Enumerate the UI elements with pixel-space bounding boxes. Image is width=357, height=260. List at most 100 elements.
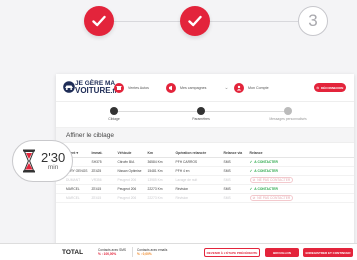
progress-step-2-label: Paramètres [192,117,210,121]
table-row[interactable]: MARCEL ZE415 Peugeot 206 22273 Km Révisi… [56,193,354,203]
megaphone-icon [166,83,176,93]
cell-via: SMS [221,157,248,167]
chevron-down-icon: ⌄ [224,85,229,91]
relance-status[interactable]: ✓ A CONTACTER [250,187,278,191]
cell-via: SMS [221,193,248,203]
clients-table: Client ▾ Immat. Véhicule Km Opération re… [56,143,354,203]
stepper-connector [209,21,298,22]
checkmark-icon [188,15,202,27]
relance-status[interactable]: ✓ A CONTACTER [250,169,278,173]
logo-line-2: VOITURE [75,86,111,95]
cell-vehicule: Peugeot 206 [115,184,146,194]
relance-label: A CONTACTER [254,159,278,164]
relance-label: NE PAS CONTACTER [257,195,291,200]
block-icon: ⊘ [252,177,256,182]
cell-vehicule: Peugeot 206 [115,193,146,203]
duration-value-group: 2'30 min [41,151,65,171]
car-logo-icon [63,81,75,93]
relance-status[interactable]: ⊘ NE PAS CONTACTER [249,194,294,201]
divider [132,247,133,257]
cell-via: SMS [221,184,248,194]
cell-vehicule: Citroën BIA [115,157,146,167]
app-header: JE GÈRE MA VOITURE.fr Ventes Autos Mes c… [56,74,354,102]
cell-operation: PFH 4 en [173,166,222,176]
campaigns-menu[interactable]: Mes campagnes ⌄ [166,83,229,93]
progress-step-1-dot[interactable] [110,107,118,115]
table-row[interactable]: MARCEL ZE415 Peugeot 206 22273 Km Révisi… [56,184,354,194]
step-3-pending[interactable]: 3 [298,6,328,36]
duration-value: 2'30 [41,150,66,165]
table-row[interactable]: ZERY OENGS ZE425 Nissan Optimise 15481 K… [56,166,354,176]
cell-relance[interactable]: ✓ A CONTACTER [247,157,354,167]
cell-relance[interactable]: ⊘ NE PAS CONTACTER [247,193,354,203]
check-icon: ✓ [249,159,253,164]
table-row[interactable]: DUMANT VR356 Peugeot 206 13985 Km Lavage… [56,175,354,185]
agency-label: Ventes Autos [128,86,149,90]
cell-km: 36584 Km [145,157,174,167]
progress-step-1-label: Ciblage [108,117,120,121]
page: 3 JE GÈRE MA VOITURE.fr Ventes Autos Mes… [0,0,357,260]
store-icon [114,83,124,93]
step-1-completed[interactable] [84,6,114,36]
cell-operation: Lavage de nuit [173,175,222,185]
logo-text: JE GÈRE MA VOITURE.fr [75,80,117,95]
relance-status[interactable]: ✓ A CONTACTER [250,160,278,164]
logo[interactable]: JE GÈRE MA VOITURE.fr [62,77,117,99]
progress-step-2-dot[interactable] [197,107,205,115]
check-icon: ✓ [249,186,253,191]
cell-km: 22273 Km [145,193,174,203]
draft-button[interactable]: BROUILLON [265,248,299,257]
col-operation: Opération relancée [173,143,222,158]
checkmark-icon [92,15,106,27]
cell-immat: SH375 [89,157,116,167]
relance-label: NE PAS CONTACTER [257,177,291,182]
cell-relance[interactable]: ⊘ NE PAS CONTACTER [247,175,354,185]
cell-vehicule: Nissan Optimise [115,166,146,176]
col-immat: Immat. [89,143,116,158]
progress-steps: Ciblage Paramètres Messages personnalisé… [56,102,354,128]
progress-step-3-label: Messages personnalisés [269,117,307,121]
account-label: Mon Compte [248,86,269,90]
cell-km: 22273 Km [145,184,174,194]
cell-relance[interactable]: ✓ A CONTACTER [247,166,354,176]
col-vehicule: Véhicule [115,143,146,158]
cell-km: 13985 Km [145,175,174,185]
col-km: Km [145,143,174,158]
sms-stat-value: % : 100,00% [98,252,117,256]
cell-via: SMS [221,166,248,176]
sms-stat: Contacts avec SMS % : 100,00% [98,248,126,256]
cell-immat: VR356 [89,175,116,185]
progress-step-3-dot[interactable] [284,107,292,115]
table-row[interactable]: FIAT SH375 Citroën BIA 36584 Km PFH CARR… [56,157,354,167]
cell-km: 15481 Km [145,166,174,176]
cell-vehicule: Peugeot 206 [115,175,146,185]
relance-label: A CONTACTER [254,168,278,173]
total-label: TOTAL [62,248,84,256]
stepper-connector [108,21,180,22]
relance-status[interactable]: ⊘ NE PAS CONTACTER [249,176,294,183]
previous-step-button[interactable]: REVENIR À L'ÉTAPE PRÉCÉDENTE [204,248,260,257]
save-continue-button[interactable]: ENREGISTRER ET CONTINUER [303,248,353,257]
account-menu[interactable]: Mon Compte [234,83,269,93]
wizard-stepper: 3 [0,0,357,45]
cell-operation: Révision [173,184,222,194]
email-stat-value: % : 0,00% [137,252,152,256]
cell-operation: PFH CARROS [173,157,222,167]
panel-title: Affiner le ciblage [56,128,354,143]
col-relance: Relance [247,143,354,158]
step-3-number: 3 [308,11,318,30]
logout-label: DÉCONNEXION [321,85,344,90]
cell-immat: ZE425 [89,166,116,176]
app-window: JE GÈRE MA VOITURE.fr Ventes Autos Mes c… [56,74,354,260]
check-icon: ✓ [249,168,253,173]
cell-relance[interactable]: ✓ A CONTACTER [247,184,354,194]
logout-button[interactable]: ⏻ DÉCONNEXION [314,83,346,92]
cell-client: MARCEL [56,193,90,203]
step-2-completed[interactable] [180,6,210,36]
campaigns-label: Mes campagnes [180,86,207,90]
power-icon: ⏻ [316,85,320,90]
block-icon: ⊘ [252,195,256,200]
cell-immat: ZE415 [89,193,116,203]
agency-menu[interactable]: Ventes Autos [114,83,149,93]
cell-via: SMS [221,175,248,185]
